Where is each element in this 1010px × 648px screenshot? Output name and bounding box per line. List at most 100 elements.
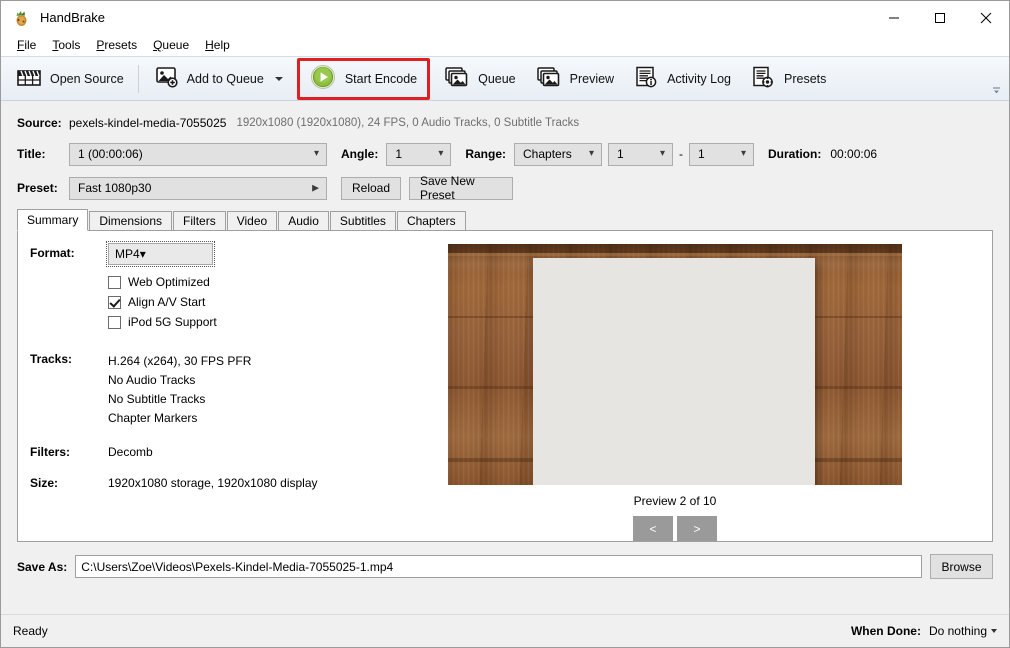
- preset-select[interactable]: Fast 1080p30 ▶: [69, 176, 327, 200]
- save-as-label: Save As:: [17, 559, 68, 574]
- track-item: No Subtitle Tracks: [108, 392, 206, 406]
- toolbar-separator: [137, 64, 139, 93]
- tab-video[interactable]: Video: [226, 211, 278, 231]
- range-start-select[interactable]: 1 ▾: [608, 142, 674, 166]
- status-text: Ready: [13, 624, 48, 638]
- menu-presets[interactable]: Presets: [88, 35, 145, 55]
- range-type-select[interactable]: Chapters ▾: [514, 142, 603, 166]
- chevron-down-icon: ▾: [588, 148, 595, 159]
- when-done-select[interactable]: Do nothing: [929, 624, 997, 638]
- close-button[interactable]: [963, 1, 1009, 34]
- filters-value: Decomb: [108, 445, 153, 459]
- reload-preset-button[interactable]: Reload: [341, 176, 401, 200]
- wood-grain-band: [448, 253, 902, 256]
- source-filename: pexels-kindel-media-7055025: [69, 116, 227, 130]
- menu-tools[interactable]: Tools: [44, 35, 88, 55]
- presets-label: Presets: [784, 71, 827, 86]
- preview-navigation: < >: [633, 516, 717, 541]
- chevron-down-icon: ▾: [313, 148, 319, 159]
- preset-label: Preset:: [17, 181, 58, 195]
- chevron-down-icon: ▾: [139, 247, 146, 261]
- prev-arrow-icon: <: [649, 521, 657, 536]
- range-end-value: 1: [698, 147, 705, 161]
- checkbox-box-checked: [108, 295, 121, 309]
- web-optimized-label: Web Optimized: [128, 275, 210, 289]
- start-encode-button[interactable]: Start Encode: [300, 60, 427, 98]
- tab-filters-label: Filters: [183, 214, 216, 228]
- format-label: Format:: [30, 246, 75, 260]
- browse-button[interactable]: Browse: [930, 554, 993, 579]
- duration-value: 00:00:06: [830, 147, 878, 161]
- range-dash: -: [679, 147, 684, 161]
- source-form: Source: pexels-kindel-media-7055025 1920…: [1, 101, 1009, 206]
- activity-log-label: Activity Log: [667, 71, 732, 86]
- main-toolbar: Open Source Add to Queue Start Encode Qu…: [1, 56, 1009, 101]
- when-done-value: Do nothing: [928, 624, 987, 638]
- preview-button[interactable]: Preview: [526, 60, 624, 98]
- track-item: Chapter Markers: [108, 411, 198, 425]
- tracks-list: H.264 (x264), 30 FPS PFR No Audio Tracks…: [108, 349, 251, 428]
- menu-queue[interactable]: Queue: [145, 35, 197, 55]
- when-done-label: When Done:: [850, 624, 921, 638]
- tab-strip: Summary Dimensions Filters Video Audio S…: [17, 209, 993, 231]
- tab-audio[interactable]: Audio: [278, 211, 329, 231]
- track-item: H.264 (x264), 30 FPS PFR: [108, 354, 252, 368]
- summary-panel: Format: MP4 ▾ Web Optimized Align A/V St…: [17, 230, 993, 542]
- save-new-preset-label: Save New Preset: [420, 174, 475, 202]
- tab-subtitles[interactable]: Subtitles: [329, 211, 396, 231]
- tab-dimensions[interactable]: Dimensions: [89, 211, 173, 231]
- chevron-down-icon[interactable]: [274, 76, 283, 81]
- maximize-button[interactable]: [917, 1, 963, 34]
- angle-select-value: 1: [395, 147, 403, 161]
- green-play-icon: [310, 64, 336, 93]
- browse-label: Browse: [941, 559, 982, 574]
- range-start-value: 1: [617, 147, 624, 161]
- range-type-value: Chapters: [523, 147, 572, 161]
- queue-button[interactable]: Queue: [434, 60, 526, 98]
- activity-log-button[interactable]: Activity Log: [624, 60, 741, 98]
- open-source-button[interactable]: Open Source: [7, 60, 134, 98]
- tab-summary[interactable]: Summary: [17, 209, 89, 231]
- title-row: Title: 1 (00:00:06) ▾ Angle: 1 ▾ Range: …: [17, 141, 993, 167]
- size-value: 1920x1080 storage, 1920x1080 display: [108, 476, 318, 490]
- track-item: No Audio Tracks: [108, 373, 196, 387]
- tab-filters[interactable]: Filters: [173, 211, 226, 231]
- save-new-preset-button[interactable]: Save New Preset: [409, 174, 513, 202]
- chevron-down-icon: ▾: [659, 148, 666, 159]
- when-done-group: When Done: Do nothing: [851, 624, 997, 638]
- tracks-row: Tracks: H.264 (x264), 30 FPS PFR No Audi…: [30, 349, 358, 428]
- preview-caption: Preview 2 of 10: [633, 494, 717, 508]
- angle-label: Angle:: [341, 147, 379, 161]
- save-as-row: Save As: C:\Users\Zoe\Videos\Pexels-Kind…: [1, 554, 1009, 579]
- stacked-images-icon: [444, 66, 469, 91]
- filters-row: Filters: Decomb: [30, 442, 358, 459]
- preview-prev-button[interactable]: <: [633, 516, 673, 541]
- range-end-select[interactable]: 1 ▾: [689, 142, 755, 166]
- save-as-value: C:\Users\Zoe\Videos\Pexels-Kindel-Media-…: [81, 559, 394, 574]
- align-av-start-checkbox[interactable]: Align A/V Start: [108, 292, 358, 312]
- angle-select[interactable]: 1 ▾: [386, 142, 452, 166]
- web-optimized-checkbox[interactable]: Web Optimized: [108, 272, 358, 292]
- window-title: HandBrake: [40, 10, 106, 25]
- preview-thumbnail: [448, 244, 902, 485]
- title-select[interactable]: 1 (00:00:06) ▾: [69, 142, 327, 166]
- minimize-button[interactable]: [871, 1, 917, 34]
- format-select[interactable]: MP4 ▾: [106, 241, 215, 267]
- toolbar-overflow-chevron-down-icon[interactable]: [989, 86, 1003, 97]
- tab-summary-label: Summary: [27, 213, 79, 227]
- clapperboard-icon: [17, 66, 41, 91]
- chevron-down-icon: ▾: [740, 148, 747, 159]
- add-to-queue-button[interactable]: Add to Queue: [143, 60, 293, 98]
- preview-next-button[interactable]: >: [677, 516, 717, 541]
- source-label: Source:: [17, 116, 62, 130]
- checkbox-box: [108, 275, 121, 289]
- add-image-icon: [153, 66, 178, 91]
- save-as-input[interactable]: C:\Users\Zoe\Videos\Pexels-Kindel-Media-…: [75, 555, 922, 578]
- tab-chapters[interactable]: Chapters: [396, 211, 466, 231]
- menu-help[interactable]: Help: [197, 35, 238, 55]
- handbrake-window: HandBrake FFileile Tools Presets Queue H…: [0, 0, 1010, 648]
- presets-button[interactable]: Presets: [741, 60, 836, 98]
- ipod-5g-support-checkbox[interactable]: iPod 5G Support: [108, 312, 358, 332]
- menu-file[interactable]: FFileile: [9, 35, 44, 55]
- duration-label: Duration:: [768, 147, 822, 161]
